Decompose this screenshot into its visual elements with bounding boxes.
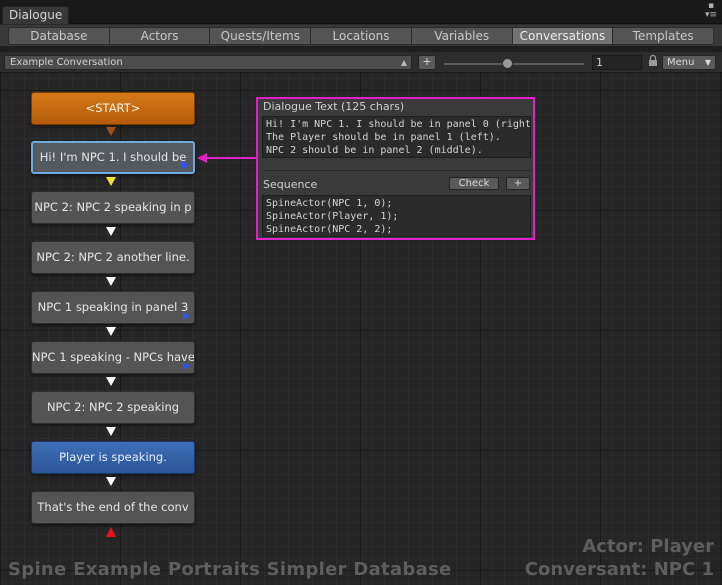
tab-database[interactable]: Database <box>8 27 110 45</box>
node-details-panel: Dialogue Text (125 chars) Hi! I'm NPC 1.… <box>256 97 535 240</box>
node-label: Hi! I'm NPC 1. I should be <box>39 150 187 164</box>
end-connector-arrow <box>106 527 116 537</box>
node-label: NPC 1 speaking - NPCs have <box>32 350 195 364</box>
connector-arrow <box>106 277 116 286</box>
node-selected[interactable]: Hi! I'm NPC 1. I should be <box>31 141 195 174</box>
zoom-input[interactable]: 1 <box>592 55 642 70</box>
check-button[interactable]: Check <box>449 177 499 190</box>
sequence-field[interactable]: SpineActor(NPC 1, 0); SpineActor(Player,… <box>262 195 531 237</box>
window-titlebar: Dialogue ▪ ▾≡ <box>0 0 722 24</box>
editor-tabs-bar: Database Actors Quests/Items Locations V… <box>0 24 722 46</box>
editor-tabs: Database Actors Quests/Items Locations V… <box>8 27 715 45</box>
panel-divider <box>262 170 531 171</box>
menu-dropdown[interactable]: Menu ▼ <box>662 55 716 70</box>
dialogue-node[interactable]: NPC 1 speaking in panel 3 <box>31 291 195 324</box>
player-node[interactable]: Player is speaking. <box>31 441 195 474</box>
conversation-toolbar: Example Conversation ▲ + 1 Menu ▼ <box>0 52 722 73</box>
connector-arrow <box>106 327 116 336</box>
node-label: NPC 2: NPC 2 another line. <box>36 250 190 264</box>
database-name-label: Spine Example Portraits Simpler Database <box>8 559 452 580</box>
add-sequence-button[interactable]: + <box>506 177 530 190</box>
sequence-title: Sequence <box>263 178 318 191</box>
zoom-slider[interactable] <box>444 63 584 65</box>
add-conversation-button[interactable]: + <box>418 55 436 70</box>
more-text-icon <box>182 161 189 169</box>
conversation-dropdown[interactable]: Example Conversation ▲ <box>4 55 412 70</box>
dialogue-node[interactable]: That's the end of the conv <box>31 491 195 524</box>
node-label: NPC 2: NPC 2 speaking <box>46 400 180 414</box>
dropdown-arrows-icon: ▲ <box>400 58 407 67</box>
connector-arrow <box>106 227 116 236</box>
dialogue-window-tab[interactable]: Dialogue <box>2 6 70 24</box>
node-label: That's the end of the conv <box>37 500 189 514</box>
window-menu-icon[interactable]: ▪ ▾≡ <box>704 2 718 22</box>
more-text-icon <box>183 362 190 370</box>
more-text-icon <box>183 312 190 320</box>
node-label: NPC 1 speaking in panel 3 <box>37 300 189 314</box>
node-label: Player is speaking. <box>59 450 167 464</box>
tab-quests-items[interactable]: Quests/Items <box>210 27 312 45</box>
conversant-label: Conversant: NPC 1 <box>524 559 714 580</box>
dialogue-text-field[interactable]: Hi! I'm NPC 1. I should be in panel 0 (r… <box>262 116 531 158</box>
tab-conversations[interactable]: Conversations <box>512 27 614 45</box>
zoom-slider-thumb[interactable] <box>502 58 513 69</box>
tab-locations[interactable]: Locations <box>311 27 412 45</box>
tab-variables[interactable]: Variables <box>411 27 513 45</box>
dialogue-node[interactable]: NPC 1 speaking - NPCs have <box>31 341 195 374</box>
node-label: NPC 2: NPC 2 speaking in p <box>34 200 192 214</box>
connector-arrow-selected <box>106 177 116 186</box>
tab-actors[interactable]: Actors <box>109 27 211 45</box>
dialogue-node[interactable]: NPC 2: NPC 2 speaking in p <box>31 191 195 224</box>
dialogue-node[interactable]: NPC 2: NPC 2 speaking <box>31 391 195 424</box>
connector-arrow <box>106 377 116 386</box>
node-start[interactable]: <START> <box>31 92 195 125</box>
dialogue-node[interactable]: NPC 2: NPC 2 another line. <box>31 241 195 274</box>
menu-dropdown-label: Menu <box>667 57 695 68</box>
actor-label: Actor: Player <box>582 536 714 557</box>
tab-templates[interactable]: Templates <box>613 27 715 45</box>
connector-arrow <box>106 127 116 136</box>
conversation-dropdown-value: Example Conversation <box>10 57 123 68</box>
link-arrow-icon <box>197 153 257 163</box>
dialogue-text-title: Dialogue Text (125 chars) <box>263 100 405 113</box>
node-canvas[interactable]: <START> Hi! I'm NPC 1. I should be NPC 2… <box>0 73 722 585</box>
connector-arrow <box>106 477 116 486</box>
connector-arrow <box>106 427 116 436</box>
chevron-down-icon: ▼ <box>704 58 711 67</box>
lock-icon[interactable] <box>648 54 658 68</box>
